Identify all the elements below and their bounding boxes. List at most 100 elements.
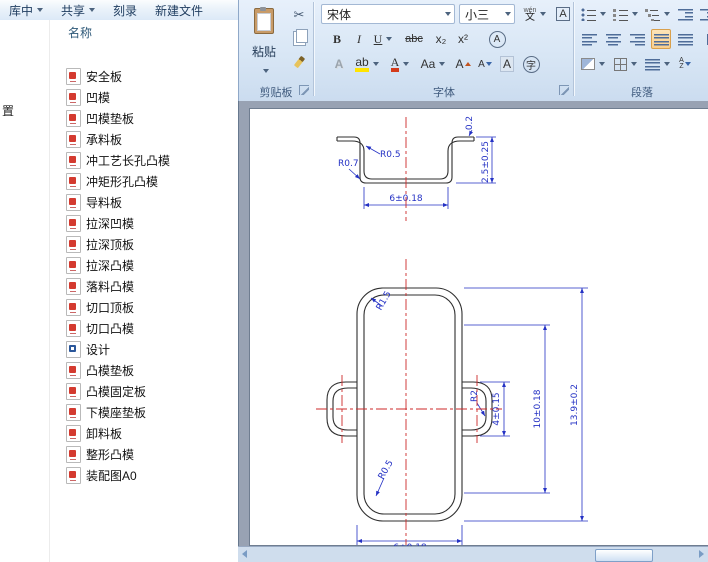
- file-list-item[interactable]: 安全板: [50, 66, 238, 87]
- grow-font-button[interactable]: A: [453, 54, 473, 74]
- subscript-button[interactable]: x₂: [431, 29, 451, 49]
- file-list-item[interactable]: 凸模固定板: [50, 381, 238, 402]
- file-list-item[interactable]: 卸料板: [50, 423, 238, 444]
- increase-indent-button[interactable]: [697, 4, 708, 24]
- nav-item-label[interactable]: 置: [2, 102, 14, 119]
- shrink-font-button[interactable]: A: [475, 54, 495, 74]
- italic-button[interactable]: I: [349, 29, 369, 49]
- distribute-icon: [677, 32, 693, 46]
- file-list-item[interactable]: 整形凸模: [50, 444, 238, 465]
- document-page[interactable]: 6±0.18 2.5±0.25 0.2 R0.7 R0.5 R1.5 R2 4±…: [249, 108, 708, 546]
- character-border-button[interactable]: A: [553, 4, 573, 24]
- scroll-right-arrow-icon[interactable]: [699, 550, 704, 558]
- menu-include-in-library[interactable]: 库中: [0, 0, 52, 20]
- cut-button[interactable]: ✂: [289, 5, 309, 25]
- chevron-down-icon: [89, 8, 96, 12]
- leader-line: [365, 145, 381, 155]
- file-type-icon: [66, 383, 81, 400]
- file-list-item[interactable]: 冲矩形孔凸模: [50, 171, 238, 192]
- clipboard-dialog-launcher-icon[interactable]: [299, 85, 309, 95]
- bold-button[interactable]: B: [327, 29, 347, 49]
- shading-button[interactable]: [579, 54, 607, 74]
- file-list-item[interactable]: 凹模垫板: [50, 108, 238, 129]
- enclose-characters-button[interactable]: A: [487, 29, 507, 49]
- asian-layout-button[interactable]: [643, 54, 671, 74]
- dim-length: 13.9±0.2: [570, 384, 580, 426]
- text-effects-button[interactable]: A: [329, 54, 349, 74]
- file-name-label: 承料板: [86, 133, 123, 147]
- file-list-item[interactable]: 冲工艺长孔凸模: [50, 150, 238, 171]
- file-list-item[interactable]: 拉深凹模: [50, 213, 238, 234]
- underline-button[interactable]: U: [369, 29, 397, 49]
- file-list-item[interactable]: 拉深凸模: [50, 255, 238, 276]
- font-color-icon: A: [390, 56, 400, 72]
- character-shading-button[interactable]: A: [497, 54, 517, 74]
- bullet-list-icon: [580, 7, 596, 21]
- asian-layout-icon: [644, 57, 660, 71]
- file-list-item[interactable]: 设计: [50, 339, 238, 360]
- file-list-item[interactable]: 拉深顶板: [50, 234, 238, 255]
- align-right-button[interactable]: [627, 29, 647, 49]
- phonetic-guide-button[interactable]: wén 文: [521, 4, 549, 24]
- font-color-button[interactable]: A: [387, 54, 413, 74]
- file-name-label: 装配图A0: [86, 469, 137, 483]
- file-list-item[interactable]: 凹模: [50, 87, 238, 108]
- explorer-command-bar: 库中 共享 刻录 新建文件: [0, 0, 238, 21]
- character-shading-icon: A: [499, 56, 514, 72]
- distribute-button[interactable]: [675, 29, 695, 49]
- paste-button[interactable]: 粘贴: [243, 3, 285, 77]
- numbering-button[interactable]: [611, 4, 639, 24]
- multilevel-list-button[interactable]: [643, 4, 671, 24]
- change-case-button[interactable]: Aa: [419, 54, 447, 74]
- file-name-label: 凹模: [86, 91, 111, 105]
- menu-new-folder[interactable]: 新建文件: [146, 0, 212, 20]
- text-highlight-color-button[interactable]: ab: [353, 54, 381, 74]
- file-type-icon: [66, 446, 81, 463]
- font-dialog-launcher-icon[interactable]: [559, 85, 569, 95]
- borders-button[interactable]: [611, 54, 639, 74]
- scroll-left-arrow-icon[interactable]: [242, 550, 247, 558]
- copy-button[interactable]: [289, 28, 309, 48]
- up-arrow-icon: [464, 62, 471, 66]
- menu-burn[interactable]: 刻录: [104, 0, 146, 20]
- phonetic-guide-icon: wén 文: [524, 7, 537, 23]
- plan-view-outline: [326, 287, 493, 522]
- sort-button[interactable]: A Z: [675, 54, 695, 74]
- menu-share[interactable]: 共享: [52, 0, 104, 20]
- format-painter-button[interactable]: [289, 52, 309, 72]
- bullets-button[interactable]: [579, 4, 607, 24]
- highlight-icon: ab: [355, 56, 369, 72]
- file-type-icon: [66, 362, 81, 379]
- enclose-character-button[interactable]: 字: [521, 54, 541, 74]
- align-center-button[interactable]: [603, 29, 623, 49]
- file-list-item[interactable]: 导料板: [50, 192, 238, 213]
- strikethrough-button[interactable]: abc: [401, 29, 427, 49]
- align-left-button[interactable]: [579, 29, 599, 49]
- plan-outer-contour: [356, 287, 463, 522]
- file-list-item[interactable]: 切口顶板: [50, 297, 238, 318]
- file-name-label: 冲工艺长孔凸模: [86, 154, 171, 168]
- font-size-combobox[interactable]: 小三: [459, 4, 515, 24]
- scrollbar-thumb[interactable]: [595, 549, 653, 562]
- file-type-icon: [66, 425, 81, 442]
- horizontal-scrollbar[interactable]: [238, 546, 708, 562]
- chevron-down-icon: [37, 8, 44, 12]
- file-type-icon: [66, 194, 81, 211]
- font-family-combobox[interactable]: 宋体: [321, 4, 455, 24]
- file-list-item[interactable]: 落料凸模: [50, 276, 238, 297]
- file-list-item[interactable]: 凸模垫板: [50, 360, 238, 381]
- file-list-item[interactable]: 承料板: [50, 129, 238, 150]
- sort-az-icon: A Z: [679, 57, 684, 70]
- phonetic-char-label: 文: [525, 12, 535, 23]
- file-list-item[interactable]: 下模座垫板: [50, 402, 238, 423]
- file-type-icon: [66, 215, 81, 232]
- column-header-name[interactable]: 名称: [50, 20, 238, 46]
- technical-drawing: 6±0.18 2.5±0.25 0.2 R0.7 R0.5 R1.5 R2 4±…: [316, 116, 588, 546]
- file-list-item[interactable]: 切口凸模: [50, 318, 238, 339]
- line-spacing-button[interactable]: [699, 29, 708, 49]
- superscript-button[interactable]: x²: [453, 29, 473, 49]
- file-list-item[interactable]: 装配图A0: [50, 465, 238, 486]
- decrease-indent-button[interactable]: [675, 4, 695, 24]
- increase-indent-icon: [699, 7, 708, 21]
- justify-button[interactable]: [651, 29, 671, 49]
